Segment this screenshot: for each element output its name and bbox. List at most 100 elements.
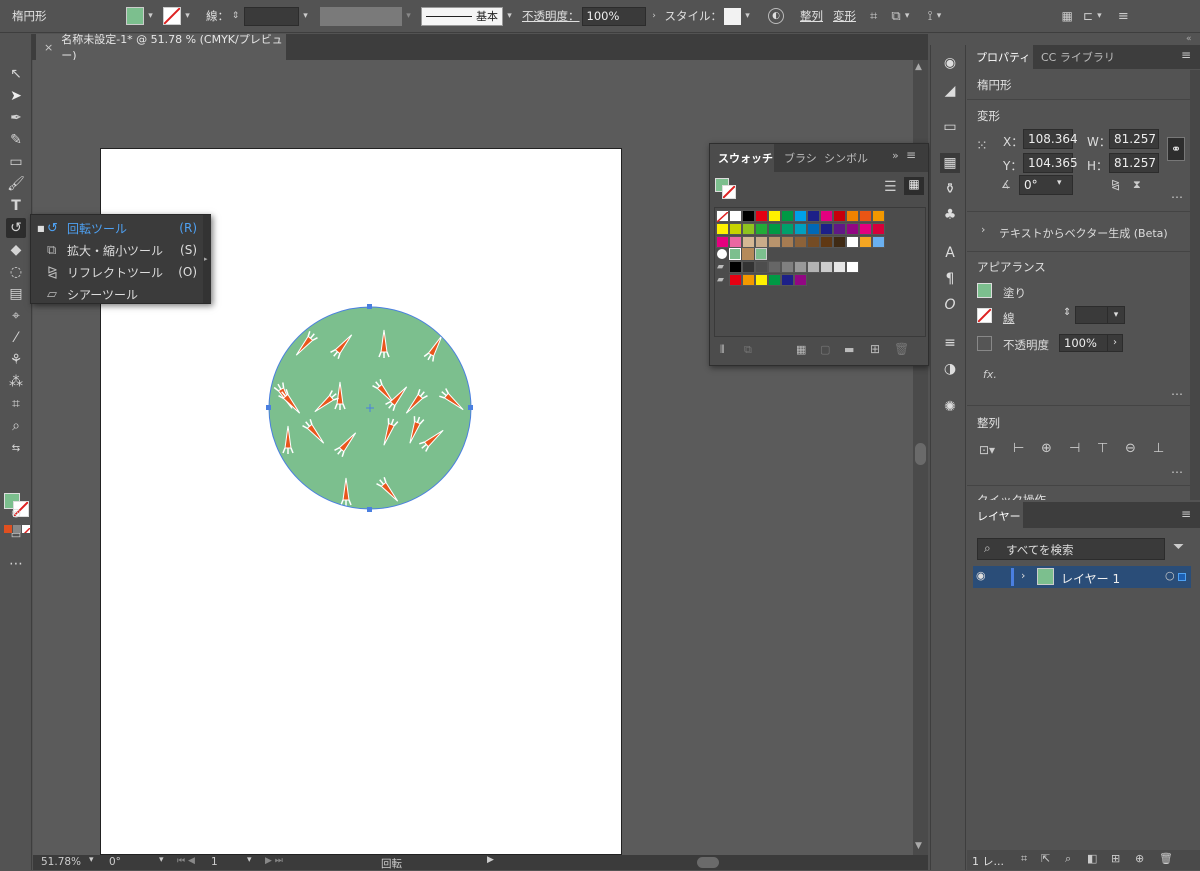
anchor-left[interactable] <box>266 405 271 410</box>
isolate-icon[interactable]: ⌗ <box>870 9 877 24</box>
scroll-up-icon[interactable]: ▲ <box>915 62 922 72</box>
gray-swatch-7[interactable] <box>820 261 833 273</box>
swatch-4[interactable] <box>768 223 781 235</box>
opacity-label[interactable]: 不透明度： <box>522 8 580 24</box>
angle-field[interactable]: 0° <box>1019 175 1073 195</box>
gradient-tool-icon[interactable]: ▤ <box>6 284 26 304</box>
anchor-bottom[interactable] <box>367 507 372 512</box>
transparency-panel-icon[interactable]: ◑ <box>940 359 960 379</box>
swatch-2[interactable] <box>742 210 755 222</box>
swatch-7[interactable] <box>807 236 820 248</box>
gray-swatch-6[interactable] <box>807 261 820 273</box>
swatch-11[interactable] <box>859 210 872 222</box>
align-dropdown-icon[interactable]: ▾ <box>1093 10 1106 23</box>
align-left-icon[interactable]: ⊏ <box>1083 9 1093 23</box>
new-swatch-icon[interactable]: ⊞ <box>870 342 880 356</box>
tab-symbols[interactable]: シンボル <box>824 150 868 166</box>
swatch-7[interactable] <box>807 223 820 235</box>
stroke-weight-dropdown-icon[interactable]: ▾ <box>299 10 312 23</box>
expand-chevron-icon[interactable]: › <box>981 223 985 236</box>
swatches-panel-icon[interactable]: ▦ <box>940 153 960 173</box>
swatch-1[interactable] <box>729 210 742 222</box>
fill-dropdown-icon[interactable]: ▾ <box>144 10 157 23</box>
opacity-arrow-icon[interactable]: › <box>648 10 661 23</box>
gray-swatch-9[interactable] <box>846 261 859 273</box>
artboard-tool-icon[interactable]: ⌗ <box>6 394 26 414</box>
layers-search-input[interactable]: ⌕ すべてを検索 <box>977 538 1165 560</box>
gray-swatch-3[interactable] <box>768 261 781 273</box>
swatch-2[interactable] <box>742 236 755 248</box>
gray-swatch-1[interactable] <box>742 261 755 273</box>
flyout-item-reflect[interactable]: ⧎ リフレクトツール (O) <box>37 262 207 282</box>
swatch-6[interactable] <box>794 223 807 235</box>
layers-menu-icon[interactable]: ≡ <box>1181 507 1191 521</box>
lasso-tool-icon[interactable]: ◌ <box>6 262 26 282</box>
swatch-0[interactable] <box>716 236 729 248</box>
new-color-group-icon[interactable]: ▬ <box>844 343 854 356</box>
bright-swatch-0[interactable] <box>729 274 742 286</box>
curvature-tool-icon[interactable]: ✎ <box>6 130 26 150</box>
delete-layer-icon[interactable]: 🗑 <box>1159 852 1173 865</box>
tab-brushes[interactable]: ブラシ <box>784 150 817 166</box>
appearance-stroke-swatch[interactable] <box>977 308 992 323</box>
opacity-field[interactable]: 100% <box>581 6 646 26</box>
selection-tool-icon[interactable]: ↖ <box>6 64 26 84</box>
gradient-panel-icon[interactable]: ▭ <box>940 117 960 137</box>
swatch-pattern-dots[interactable] <box>717 249 727 259</box>
align-more-icon[interactable]: ⋯ <box>1171 465 1183 479</box>
graphic-style-swatch[interactable] <box>724 7 741 25</box>
opacity-arrow-icon[interactable]: › <box>1107 334 1123 352</box>
paintbrush-tool-icon[interactable]: 🖌 <box>6 174 26 194</box>
swatches-menu-icon[interactable]: ≡ <box>906 148 916 162</box>
color-panel-icon[interactable]: ◢ <box>940 81 960 101</box>
swatch-11[interactable] <box>859 236 872 248</box>
type-tool-icon[interactable]: T <box>6 196 26 216</box>
align-vertical-center-icon[interactable]: ⊖ <box>1125 441 1136 456</box>
rectangle-tool-icon[interactable]: ▭ <box>6 152 26 172</box>
fill-swatch[interactable] <box>126 7 144 25</box>
swatch-group-icon[interactable]: ▢ <box>820 343 830 356</box>
swatch-12[interactable] <box>872 223 885 235</box>
zoom-tool-icon[interactable]: ⌕ <box>6 416 26 436</box>
align-right-edges-icon[interactable]: ⊣ <box>1069 441 1080 456</box>
layer-row[interactable]: ◉ › レイヤー 1 ○ <box>973 566 1191 588</box>
bright-swatch-4[interactable] <box>781 274 794 286</box>
artboard-number-field[interactable]: 1 <box>211 856 218 868</box>
appearance-opacity-field[interactable]: 100% <box>1059 334 1109 352</box>
horizontal-scroll-thumb[interactable] <box>697 857 719 868</box>
appearance-fill-swatch[interactable] <box>977 283 992 298</box>
transform-more-icon[interactable]: ⋯ <box>1171 190 1183 204</box>
locate-object-icon[interactable]: ⌕ <box>1065 852 1071 866</box>
swatch-0[interactable] <box>716 223 729 235</box>
flip-vertical-icon[interactable]: ⧗ <box>1133 178 1141 192</box>
close-icon[interactable]: × <box>44 41 53 54</box>
brush-definition[interactable]: 基本 <box>421 6 503 26</box>
swatch-stroke-indicator[interactable] <box>722 185 736 199</box>
flyout-item-shear[interactable]: ▱ シアーツール <box>37 284 207 304</box>
properties-scrollbar[interactable] <box>1190 70 1200 500</box>
swatch-4[interactable] <box>768 210 781 222</box>
swatch-9[interactable] <box>833 223 846 235</box>
collect-export-icon[interactable]: ⌗ <box>1021 852 1027 866</box>
target-icon[interactable]: ○ <box>1165 569 1175 582</box>
swatch-library-icon[interactable]: ⫴ <box>720 343 725 357</box>
swatch-0[interactable] <box>716 210 729 223</box>
vertical-scroll-thumb[interactable] <box>915 443 926 465</box>
eraser-tool-icon[interactable]: ◆ <box>6 240 26 260</box>
bright-swatch-2[interactable] <box>755 274 768 286</box>
zoom-field[interactable]: 51.78% <box>41 856 81 868</box>
angle-dropdown-icon[interactable]: ▾ <box>1057 178 1062 188</box>
align-left-edges-icon[interactable]: ⊢ <box>1013 441 1024 456</box>
new-sublayer-icon[interactable]: ⊞ <box>1111 852 1120 865</box>
profile-dropdown-icon[interactable]: ▾ <box>402 10 415 23</box>
selection-indicator[interactable] <box>1178 573 1186 581</box>
stroke-panel-icon[interactable]: ≡ <box>940 333 960 353</box>
status-menu-icon[interactable]: ▶ <box>487 855 494 865</box>
tab-cc-libraries[interactable]: CC ライブラリ <box>1041 49 1115 65</box>
brush-dropdown-icon[interactable]: ▾ <box>503 10 516 23</box>
ellipse-object[interactable] <box>264 302 476 514</box>
swatch-3[interactable] <box>755 223 768 235</box>
mask-dropdown-icon[interactable]: ▾ <box>901 10 914 23</box>
swatch-8[interactable] <box>820 223 833 235</box>
y-field[interactable]: 104.365 <box>1023 153 1078 173</box>
